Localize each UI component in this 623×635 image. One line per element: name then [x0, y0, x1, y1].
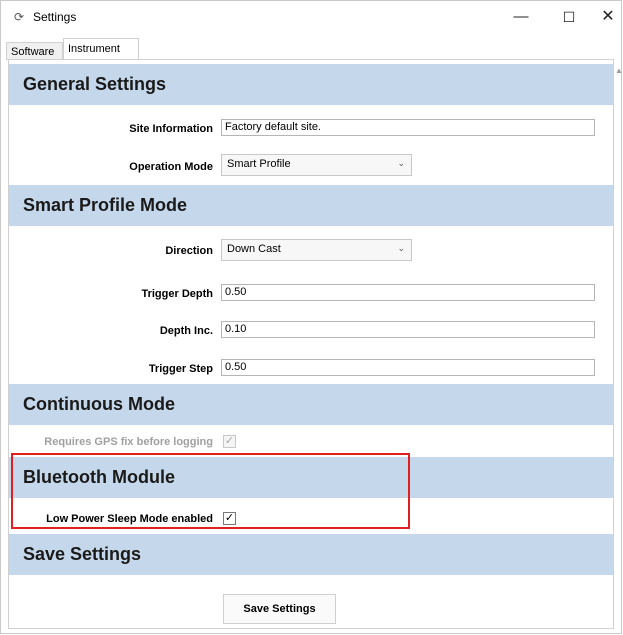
instrument-settings-panel: General Settings Site Information Factor…: [8, 59, 614, 629]
tab-instrument[interactable]: Instrument: [63, 38, 139, 60]
site-information-label: Site Information: [129, 123, 213, 135]
direction-label: Direction: [165, 245, 213, 257]
smart-profile-mode-header: Smart Profile Mode: [9, 185, 613, 226]
requires-gps-checkbox[interactable]: ✓: [223, 435, 236, 448]
section-title: Continuous Mode: [23, 394, 175, 414]
settings-window: ⟳ Settings — ☐ ✕ Software Instrument ▲ G…: [0, 0, 623, 634]
highlight-annotation: [11, 453, 410, 529]
app-icon: ⟳: [14, 10, 25, 24]
window-title: Settings: [33, 10, 77, 24]
direction-select[interactable]: Down Cast ⌄: [221, 239, 412, 261]
save-settings-button[interactable]: Save Settings: [223, 594, 336, 624]
chevron-down-icon: ⌄: [397, 243, 405, 253]
depth-inc-input[interactable]: 0.10: [221, 321, 595, 338]
section-title: Save Settings: [23, 544, 142, 564]
trigger-step-label: Trigger Step: [148, 363, 213, 375]
tab-software[interactable]: Software: [6, 42, 63, 60]
save-settings-header: Save Settings: [9, 534, 613, 575]
continuous-mode-header: Continuous Mode: [9, 384, 613, 425]
direction-value: Down Cast: [227, 243, 281, 255]
general-settings-header: General Settings: [9, 64, 613, 105]
operation-mode-select[interactable]: Smart Profile ⌄: [221, 154, 412, 176]
requires-gps-label: Requires GPS fix before logging: [44, 436, 213, 448]
trigger-depth-label: Trigger Depth: [141, 288, 213, 300]
close-button[interactable]: ✕: [590, 4, 623, 30]
section-title: General Settings: [23, 74, 167, 94]
maximize-button[interactable]: ☐: [551, 4, 587, 30]
chevron-down-icon: ⌄: [397, 158, 405, 168]
depth-inc-label: Depth Inc.: [159, 325, 213, 337]
section-title: Smart Profile Mode: [23, 195, 188, 215]
scroll-up-icon[interactable]: ▲: [615, 66, 623, 75]
trigger-depth-input[interactable]: 0.50: [221, 284, 595, 301]
trigger-step-input[interactable]: 0.50: [221, 359, 595, 376]
operation-mode-value: Smart Profile: [227, 158, 291, 170]
site-information-input[interactable]: Factory default site.: [221, 119, 595, 136]
minimize-button[interactable]: —: [503, 4, 539, 30]
title-bar: ⟳ Settings — ☐ ✕: [1, 1, 621, 31]
operation-mode-label: Operation Mode: [129, 161, 213, 173]
